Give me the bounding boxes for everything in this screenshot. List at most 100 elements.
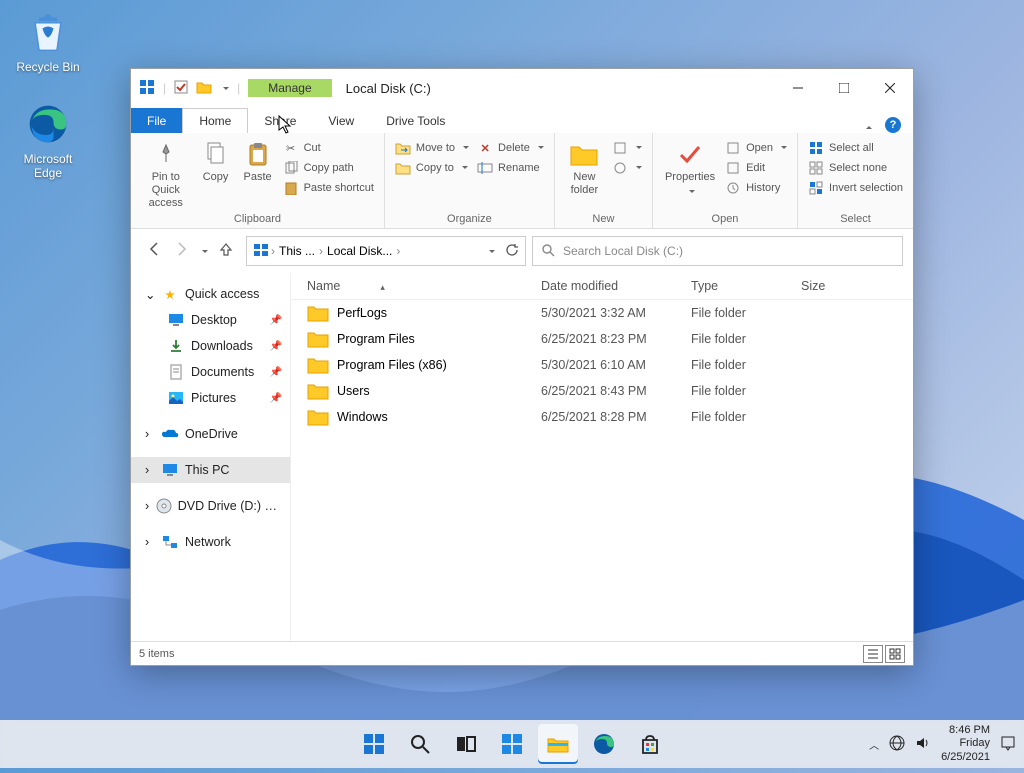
search-input[interactable]: Search Local Disk (C:) — [532, 236, 903, 266]
copy-button[interactable]: Copy — [197, 137, 235, 186]
tab-share[interactable]: Share — [248, 108, 312, 133]
nav-up-button[interactable] — [218, 241, 234, 262]
desktop-icon-recycle-bin[interactable]: Recycle Bin — [8, 8, 88, 74]
search-button[interactable] — [400, 724, 440, 764]
paste-button[interactable]: Paste — [239, 137, 277, 186]
delete-button[interactable]: ✕Delete — [475, 139, 546, 157]
move-to-button[interactable]: Move to — [393, 139, 471, 157]
chevron-right-icon[interactable]: › — [271, 244, 275, 258]
sidebar-quick-access[interactable]: ⌄★Quick access — [131, 281, 290, 307]
col-date[interactable]: Date modified — [531, 273, 681, 299]
caret-right-icon: › — [145, 463, 155, 477]
invert-selection-button[interactable]: Invert selection — [806, 179, 905, 197]
copy-to-button[interactable]: Copy to — [393, 159, 471, 177]
easy-access-button[interactable] — [610, 159, 644, 177]
copy-path-button[interactable]: Copy path — [281, 159, 376, 177]
edit-icon — [725, 160, 741, 176]
folder-icon — [307, 382, 329, 400]
table-row[interactable]: Users6/25/2021 8:43 PMFile folder — [291, 378, 913, 404]
sidebar-this-pc[interactable]: ›This PC — [131, 457, 290, 483]
pin-icon: 📌 — [270, 393, 282, 404]
qat-folder-icon[interactable] — [196, 80, 212, 97]
sidebar-documents[interactable]: Documents📌 — [131, 359, 290, 385]
select-all-button[interactable]: Select all — [806, 139, 905, 157]
col-name[interactable]: Name▴ — [291, 273, 531, 299]
ribbon-group-organize: Move to Copy to ✕Delete Rename Organize — [385, 133, 555, 228]
desktop-label: Microsoft Edge — [24, 152, 73, 180]
select-none-button[interactable]: Select none — [806, 159, 905, 177]
ribbon-collapse-icon[interactable] — [866, 121, 875, 135]
sidebar-dvd-drive[interactable]: ›DVD Drive (D:) CCCOMA_X64FRE_EN — [131, 493, 290, 519]
qat-checkbox-icon[interactable] — [174, 80, 188, 97]
icons-view-button[interactable] — [885, 645, 905, 663]
nav-forward-button[interactable] — [173, 241, 189, 262]
file-list: Name▴ Date modified Type Size PerfLogs5/… — [291, 273, 913, 641]
crumb-drive[interactable]: Local Disk... — [325, 244, 394, 258]
paste-shortcut-button[interactable]: Paste shortcut — [281, 179, 376, 197]
new-item-button[interactable] — [610, 139, 644, 157]
scissors-icon: ✂ — [283, 140, 299, 156]
nav-history-dropdown[interactable] — [199, 242, 208, 260]
chevron-right-icon[interactable]: › — [396, 244, 400, 258]
taskbar-edge[interactable] — [584, 724, 624, 764]
tray-overflow-icon[interactable]: ︿ — [869, 737, 879, 752]
downloads-icon — [167, 337, 185, 355]
recycle-bin-icon — [24, 8, 72, 56]
volume-icon[interactable] — [915, 735, 931, 754]
open-button[interactable]: Open — [723, 139, 789, 157]
help-icon[interactable]: ? — [885, 117, 901, 133]
chevron-down-icon — [460, 142, 469, 154]
address-bar[interactable]: › This ... › Local Disk... › — [246, 236, 526, 266]
cut-button[interactable]: ✂Cut — [281, 139, 376, 157]
easy-access-icon — [612, 160, 628, 176]
properties-button[interactable]: Properties — [661, 137, 719, 201]
file-type: File folder — [681, 358, 791, 372]
crumb-this-pc[interactable]: This ... — [277, 244, 317, 258]
desktop-icon-edge[interactable]: Microsoft Edge — [8, 100, 88, 180]
caret-down-icon: ⌄ — [145, 287, 155, 302]
widgets-button[interactable] — [492, 724, 532, 764]
sidebar-pictures[interactable]: Pictures📌 — [131, 385, 290, 411]
tab-file[interactable]: File — [131, 108, 182, 133]
table-row[interactable]: Program Files (x86)5/30/2021 6:10 AMFile… — [291, 352, 913, 378]
desktop-icon — [167, 311, 185, 329]
address-dropdown-icon[interactable] — [486, 244, 495, 258]
invert-selection-icon — [808, 180, 824, 196]
taskbar-clock[interactable]: 8:46 PM Friday 6/25/2021 — [941, 724, 990, 764]
context-tab-manage[interactable]: Manage — [248, 79, 331, 97]
history-button[interactable]: History — [723, 179, 789, 197]
notifications-icon[interactable] — [1000, 735, 1016, 754]
col-type[interactable]: Type — [681, 273, 791, 299]
new-folder-button[interactable]: New folder — [563, 137, 606, 199]
rename-button[interactable]: Rename — [475, 159, 546, 177]
pin-quick-access-button[interactable]: Pin to Quick access — [139, 137, 193, 213]
start-button[interactable] — [354, 724, 394, 764]
tab-home[interactable]: Home — [182, 108, 248, 133]
window-title: Local Disk (C:) — [332, 81, 431, 96]
nav-back-button[interactable] — [147, 241, 163, 262]
sidebar-desktop[interactable]: Desktop📌 — [131, 307, 290, 333]
close-button[interactable] — [867, 69, 913, 107]
taskbar-explorer[interactable] — [538, 724, 578, 764]
chevron-right-icon[interactable]: › — [319, 244, 323, 258]
task-view-button[interactable] — [446, 724, 486, 764]
details-view-button[interactable] — [863, 645, 883, 663]
table-row[interactable]: Windows6/25/2021 8:28 PMFile folder — [291, 404, 913, 430]
table-row[interactable]: Program Files6/25/2021 8:23 PMFile folde… — [291, 326, 913, 352]
refresh-button[interactable] — [505, 243, 519, 260]
sidebar-network[interactable]: ›Network — [131, 529, 290, 555]
maximize-button[interactable] — [821, 69, 867, 107]
sidebar-onedrive[interactable]: ›OneDrive — [131, 421, 290, 447]
minimize-button[interactable] — [775, 69, 821, 107]
sidebar-downloads[interactable]: Downloads📌 — [131, 333, 290, 359]
file-type: File folder — [681, 306, 791, 320]
qat-dropdown-icon[interactable] — [220, 81, 229, 95]
tab-drive-tools[interactable]: Drive Tools — [370, 108, 461, 133]
col-size[interactable]: Size — [791, 273, 913, 299]
table-row[interactable]: PerfLogs5/30/2021 3:32 AMFile folder — [291, 300, 913, 326]
edit-button[interactable]: Edit — [723, 159, 789, 177]
taskbar-store[interactable] — [630, 724, 670, 764]
tab-view[interactable]: View — [312, 108, 370, 133]
network-icon[interactable] — [889, 735, 905, 754]
sort-asc-icon: ▴ — [380, 282, 385, 292]
